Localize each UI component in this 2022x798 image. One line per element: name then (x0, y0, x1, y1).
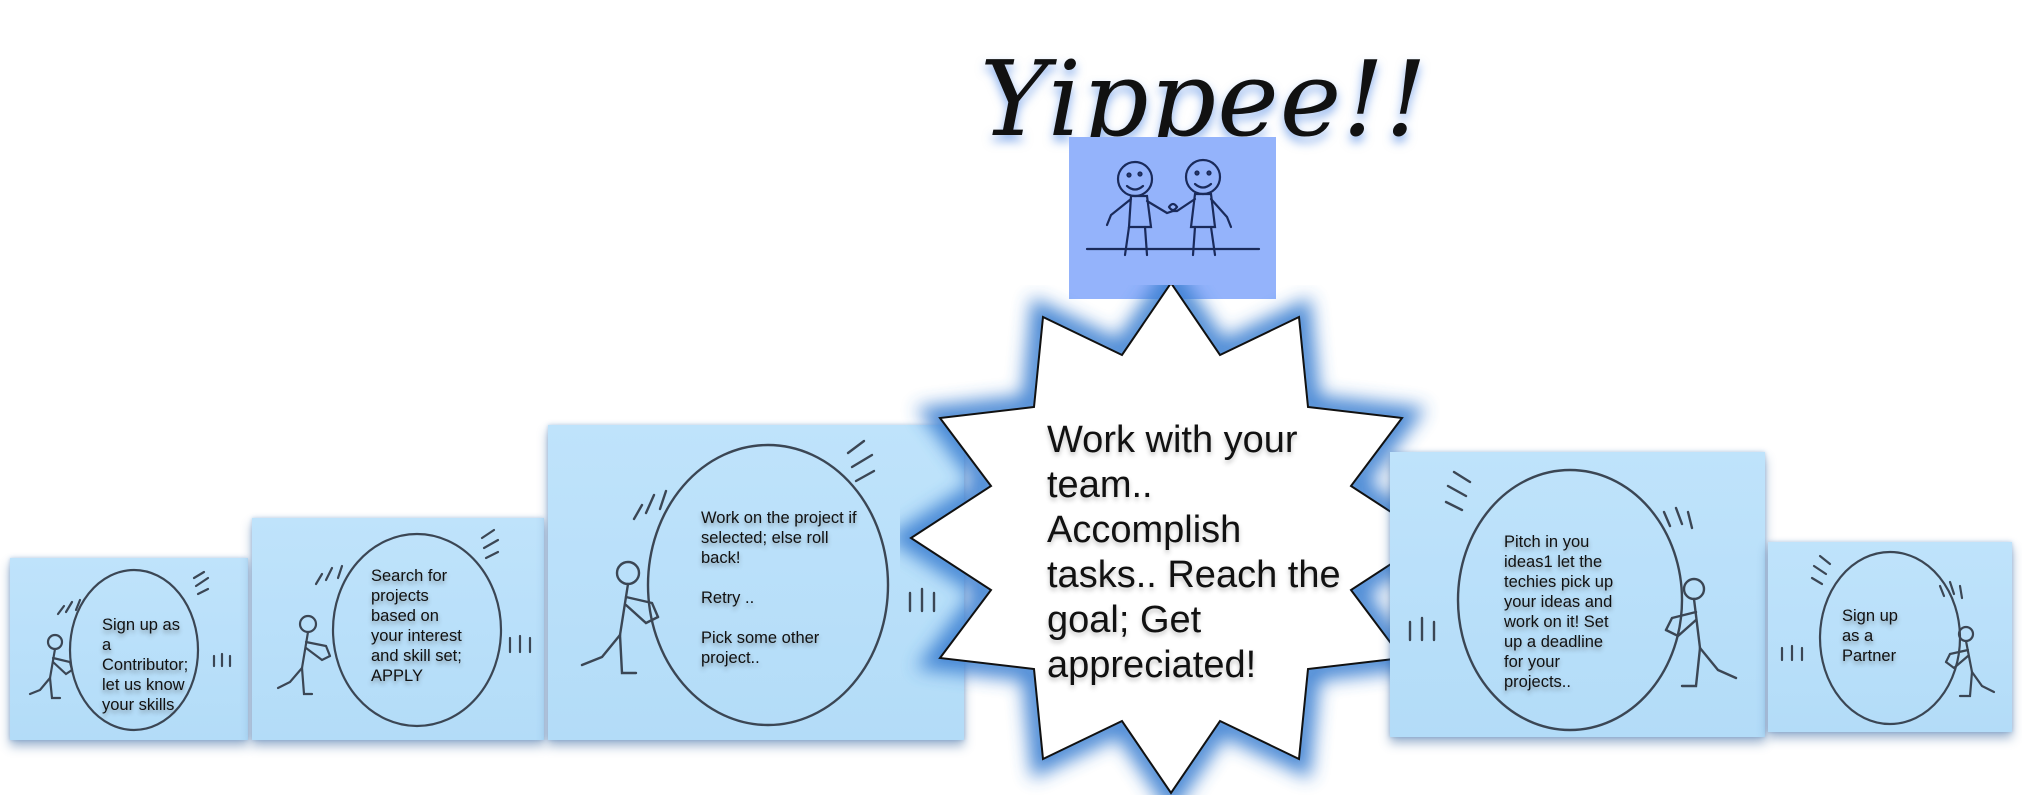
step-text-2: Search for projects based on your intere… (371, 567, 462, 685)
step-panel-signup-partner: Sign up as a Partner (1768, 542, 2012, 732)
step-panel-signup-contributor: Sign up as a Contributor; let us know yo… (10, 558, 248, 740)
center-message: Work with your team.. Accomplish tasks..… (1047, 419, 1341, 686)
handshake-icon (1085, 158, 1261, 257)
step-text-1: Sign up as a Contributor; let us know yo… (102, 616, 189, 714)
step-text-5: Sign up as a Partner (1842, 607, 1898, 665)
step-panel-search-projects: Search for projects based on your intere… (252, 518, 544, 740)
step-text-3: Work on the project if selected; else ro… (701, 509, 857, 667)
step-panel-pitch-ideas: Pitch in you ideas1 let the techies pick… (1390, 452, 1765, 737)
step-text-4: Pitch in you ideas1 let the techies pick… (1504, 533, 1614, 691)
handshake-illustration (1069, 137, 1276, 299)
